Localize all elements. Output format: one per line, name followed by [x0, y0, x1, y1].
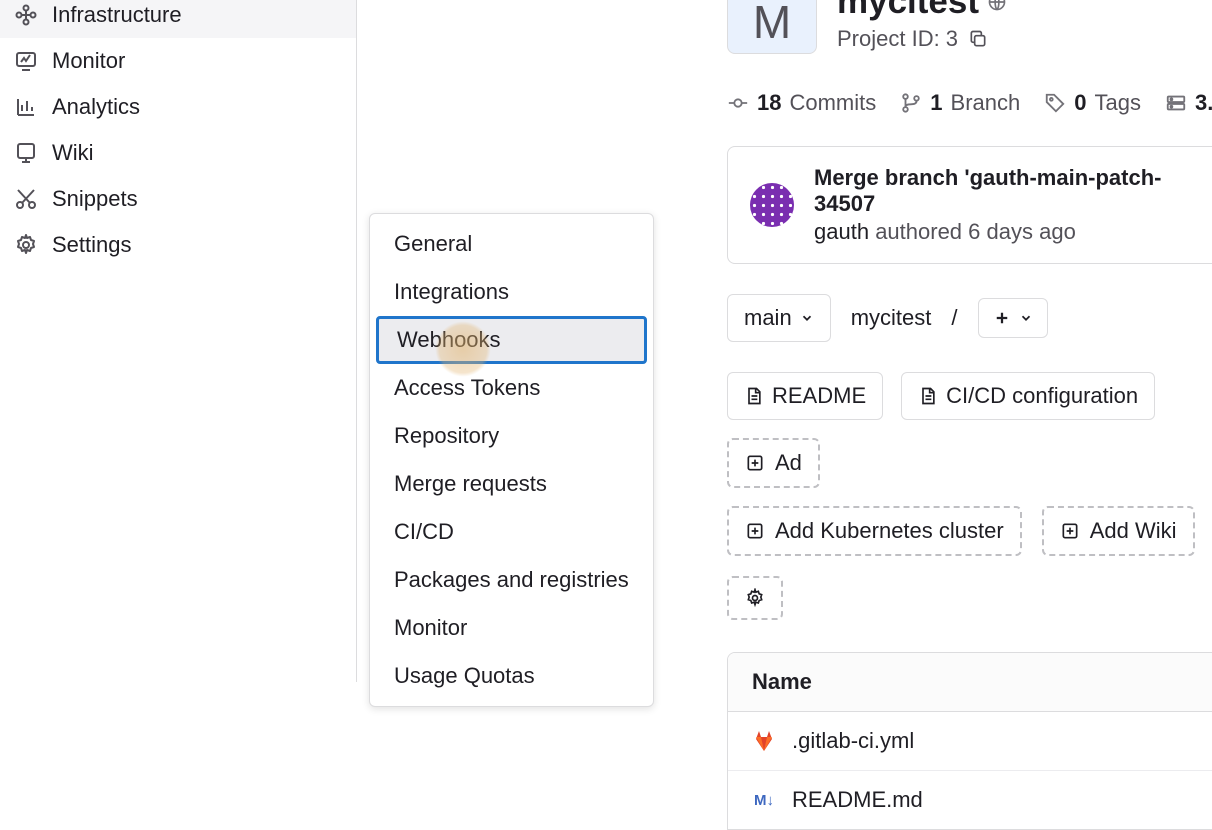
plus-box-icon	[745, 453, 765, 473]
actions-row-2: Add Kubernetes cluster Add Wiki	[727, 506, 1212, 620]
document-icon	[744, 386, 764, 406]
chevron-down-icon	[800, 311, 814, 325]
tag-icon	[1044, 92, 1066, 114]
add-wiki-button[interactable]: Add Wiki	[1042, 506, 1195, 556]
readme-button[interactable]: README	[727, 372, 883, 420]
sidebar-item-label: Snippets	[52, 186, 138, 212]
project-header: M mycitest Project ID: 3	[727, 0, 1212, 54]
project-id: Project ID: 3	[837, 26, 1007, 52]
sidebar-item-label: Monitor	[52, 48, 125, 74]
sidebar-item-wiki[interactable]: Wiki	[0, 130, 356, 176]
breadcrumb-separator: /	[951, 305, 957, 331]
flyout-item-packages[interactable]: Packages and registries	[370, 556, 653, 604]
stat-storage[interactable]: 3.2	[1165, 90, 1212, 116]
stat-tags[interactable]: 0 Tags	[1044, 90, 1141, 116]
sidebar-item-settings[interactable]: Settings	[0, 222, 356, 268]
markdown-icon: M↓	[752, 788, 776, 812]
stat-commits[interactable]: 18 Commits	[727, 90, 876, 116]
book-icon	[14, 141, 38, 165]
scissors-icon	[14, 187, 38, 211]
sidebar-item-infrastructure[interactable]: Infrastructure	[0, 0, 356, 38]
storage-icon	[1165, 92, 1187, 114]
cloud-icon	[14, 3, 38, 27]
stat-branches[interactable]: 1 Branch	[900, 90, 1020, 116]
add-button-partial[interactable]: Ad	[727, 438, 820, 488]
branch-row: main mycitest /	[727, 294, 1212, 342]
chevron-down-icon	[1019, 311, 1033, 325]
sidebar-item-monitor[interactable]: Monitor	[0, 38, 356, 84]
gear-icon	[14, 233, 38, 257]
branch-selector[interactable]: main	[727, 294, 831, 342]
flyout-item-monitor[interactable]: Monitor	[370, 604, 653, 652]
sidebar-item-analytics[interactable]: Analytics	[0, 84, 356, 130]
sidebar-item-label: Settings	[52, 232, 132, 258]
table-row[interactable]: .gitlab-ci.yml	[728, 712, 1212, 771]
flyout-item-merge-requests[interactable]: Merge requests	[370, 460, 653, 508]
globe-icon	[987, 0, 1007, 12]
flyout-item-usage-quotas[interactable]: Usage Quotas	[370, 652, 653, 700]
commits-icon	[727, 92, 749, 114]
sidebar-item-label: Analytics	[52, 94, 140, 120]
table-row[interactable]: M↓ README.md	[728, 771, 1212, 829]
stats-row: 18 Commits 1 Branch 0 Tags 3.2	[727, 90, 1212, 116]
settings-flyout: General Integrations Webhooks Access Tok…	[369, 213, 654, 707]
document-icon	[918, 386, 938, 406]
copy-icon[interactable]	[968, 29, 988, 49]
add-kubernetes-button[interactable]: Add Kubernetes cluster	[727, 506, 1022, 556]
flyout-item-general[interactable]: General	[370, 220, 653, 268]
table-header-name[interactable]: Name	[728, 653, 1212, 712]
cicd-config-button[interactable]: CI/CD configuration	[901, 372, 1155, 420]
commit-meta: gauth authored 6 days ago	[814, 219, 1204, 245]
file-name: .gitlab-ci.yml	[792, 728, 914, 754]
branch-icon	[900, 92, 922, 114]
plus-box-icon	[745, 521, 765, 541]
commit-title[interactable]: Merge branch 'gauth-main-patch-34507	[814, 165, 1204, 217]
flyout-item-cicd[interactable]: CI/CD	[370, 508, 653, 556]
sidebar-item-label: Infrastructure	[52, 2, 182, 28]
settings-action-button[interactable]	[727, 576, 783, 620]
plus-icon	[993, 309, 1011, 327]
sidebar-item-label: Wiki	[52, 140, 94, 166]
add-dropdown[interactable]	[978, 298, 1048, 338]
project-title: mycitest	[837, 0, 1007, 22]
author-avatar[interactable]	[750, 183, 794, 227]
flyout-item-access-tokens[interactable]: Access Tokens	[370, 364, 653, 412]
plus-box-icon	[1060, 521, 1080, 541]
project-avatar: M	[727, 0, 817, 54]
analytics-icon	[14, 95, 38, 119]
gear-icon	[745, 588, 765, 608]
flyout-item-repository[interactable]: Repository	[370, 412, 653, 460]
gitlab-icon	[752, 729, 776, 753]
actions-row-1: README CI/CD configuration Ad	[727, 372, 1212, 488]
file-table: Name .gitlab-ci.yml M↓ README.md	[727, 652, 1212, 830]
flyout-item-webhooks[interactable]: Webhooks	[376, 316, 647, 364]
breadcrumb-project[interactable]: mycitest	[851, 305, 932, 331]
latest-commit-card: Merge branch 'gauth-main-patch-34507 gau…	[727, 146, 1212, 264]
sidebar-item-snippets[interactable]: Snippets	[0, 176, 356, 222]
flyout-item-integrations[interactable]: Integrations	[370, 268, 653, 316]
file-name: README.md	[792, 787, 923, 813]
monitor-icon	[14, 49, 38, 73]
